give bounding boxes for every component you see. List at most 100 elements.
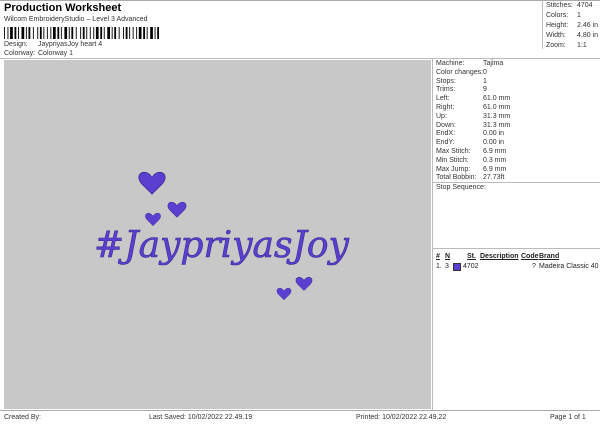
barcode-bar — [21, 27, 25, 39]
barcode-bar — [68, 27, 70, 39]
footer-created-by: Created By: — [4, 414, 41, 421]
heart-icon — [145, 212, 161, 227]
footer-printed: Printed: 10/02/2022 22.49.22 — [356, 414, 447, 421]
info-label: Up: — [436, 112, 447, 120]
info-label: EndY: — [436, 139, 455, 147]
seq-row-stitches: 4702 — [463, 263, 479, 270]
barcode-bar — [50, 27, 52, 39]
barcode-bar — [111, 27, 113, 39]
barcode-bar — [154, 27, 156, 39]
info-label: Stops: — [436, 77, 456, 85]
barcode-bar — [132, 27, 134, 39]
footer: Created By: Last Saved: 10/02/2022 22.49… — [0, 410, 600, 425]
barcode-bar — [100, 27, 103, 39]
barcode-bar — [28, 27, 31, 39]
design-label: Design: — [4, 41, 28, 48]
info-label: Trims: — [436, 86, 456, 94]
stat-value: 1:1 — [577, 42, 587, 49]
info-value: 0.3 mm — [483, 156, 507, 164]
barcode-bar — [143, 27, 145, 39]
barcode-bar — [89, 27, 91, 39]
info-value: 27.73ft — [483, 174, 505, 182]
stat-value: 4704 — [577, 2, 593, 9]
barcode-bar — [138, 27, 142, 39]
info-label: EndX: — [436, 130, 456, 138]
info-value: 61.0 mm — [483, 104, 511, 111]
barcode-bar — [93, 27, 95, 39]
barcode-bar — [57, 27, 60, 39]
heart-icon — [295, 276, 313, 292]
barcode-bar — [123, 27, 124, 39]
info-label: Max Stitch: — [436, 148, 471, 155]
seq-header-num: # — [436, 253, 440, 260]
footer-page: Page 1 of 1 — [550, 414, 586, 421]
design-text: #JaypriyasJoy — [94, 225, 350, 266]
info-label: Left: — [436, 95, 450, 103]
barcode-bar — [136, 27, 138, 39]
barcode-bar — [4, 27, 5, 39]
info-label: Min Stitch: — [436, 156, 469, 164]
stat-label: Height: — [546, 22, 569, 29]
barcode-bar — [43, 27, 45, 39]
barcode-image — [4, 27, 159, 39]
barcode-bar — [157, 27, 159, 39]
colorway-value: Colorway 1 — [38, 50, 74, 57]
barcode-bar — [71, 27, 74, 39]
barcode-bar — [18, 27, 19, 39]
barcode-bar — [118, 27, 120, 39]
barcode-bar — [103, 27, 105, 39]
info-label: Down: — [436, 121, 456, 129]
info-value: 6.9 mm — [483, 148, 507, 155]
stat-value: 2.46 in — [577, 22, 599, 29]
heart-icon — [167, 201, 187, 218]
top-border — [0, 0, 600, 1]
seq-header-stitches: St. — [467, 253, 476, 260]
side-divider — [432, 58, 433, 410]
barcode-bar — [39, 27, 42, 39]
info-value: Tajima — [483, 60, 504, 67]
stat-label: Zoom: — [546, 42, 566, 49]
stat-value: 4.80 in — [577, 32, 599, 39]
barcode-bar — [80, 27, 82, 39]
design-preview: #JaypriyasJoy — [4, 60, 431, 409]
barcode-bar — [32, 27, 34, 39]
info-value: 1 — [483, 77, 487, 85]
barcode-bar — [107, 27, 110, 39]
sequence-divider — [433, 248, 600, 249]
stat-label: Colors: — [546, 12, 569, 19]
seq-row-n: 3 — [445, 263, 449, 270]
info-label: Color changes: — [436, 68, 484, 76]
barcode-bar — [37, 27, 39, 39]
stat-value: 1 — [577, 12, 581, 19]
stats-divider — [542, 0, 543, 49]
seq-header-description: Description — [480, 253, 519, 260]
seq-header-brand: Brand — [539, 253, 560, 260]
stat-label: Width: — [546, 32, 566, 39]
info-label: Machine: — [436, 60, 465, 67]
colorway-label: Colorway: — [4, 50, 36, 57]
barcode-bar — [125, 27, 128, 39]
barcode-bar — [82, 27, 85, 39]
barcode-bar — [25, 27, 27, 39]
info-value: 9 — [483, 86, 487, 94]
design-value: JaypriyasJoy heart 4 — [38, 41, 103, 48]
barcode-bar — [64, 27, 68, 39]
info-value: 31.3 mm — [483, 121, 511, 129]
info-label: Right: — [436, 104, 455, 111]
info-label: Total Bobbin: — [436, 174, 477, 182]
software-subtitle: Wilcom EmbroideryStudio – Level 3 Advanc… — [4, 16, 148, 23]
barcode-bar — [146, 27, 148, 39]
header-divider — [0, 58, 600, 59]
seq-row-num: 1. — [436, 263, 442, 270]
barcode-bar — [95, 27, 99, 39]
heart-icon — [138, 171, 166, 195]
barcode-bar — [46, 27, 48, 39]
barcode-bar — [114, 27, 117, 39]
barcode-bar — [60, 27, 62, 39]
info-value: 61.0 mm — [483, 95, 511, 103]
barcode-bar — [14, 27, 17, 39]
page-title: Production Worksheet — [4, 2, 122, 14]
barcode-bar — [75, 27, 77, 39]
info-value: 6.9 mm — [483, 165, 507, 173]
thread-color-swatch — [453, 263, 461, 271]
